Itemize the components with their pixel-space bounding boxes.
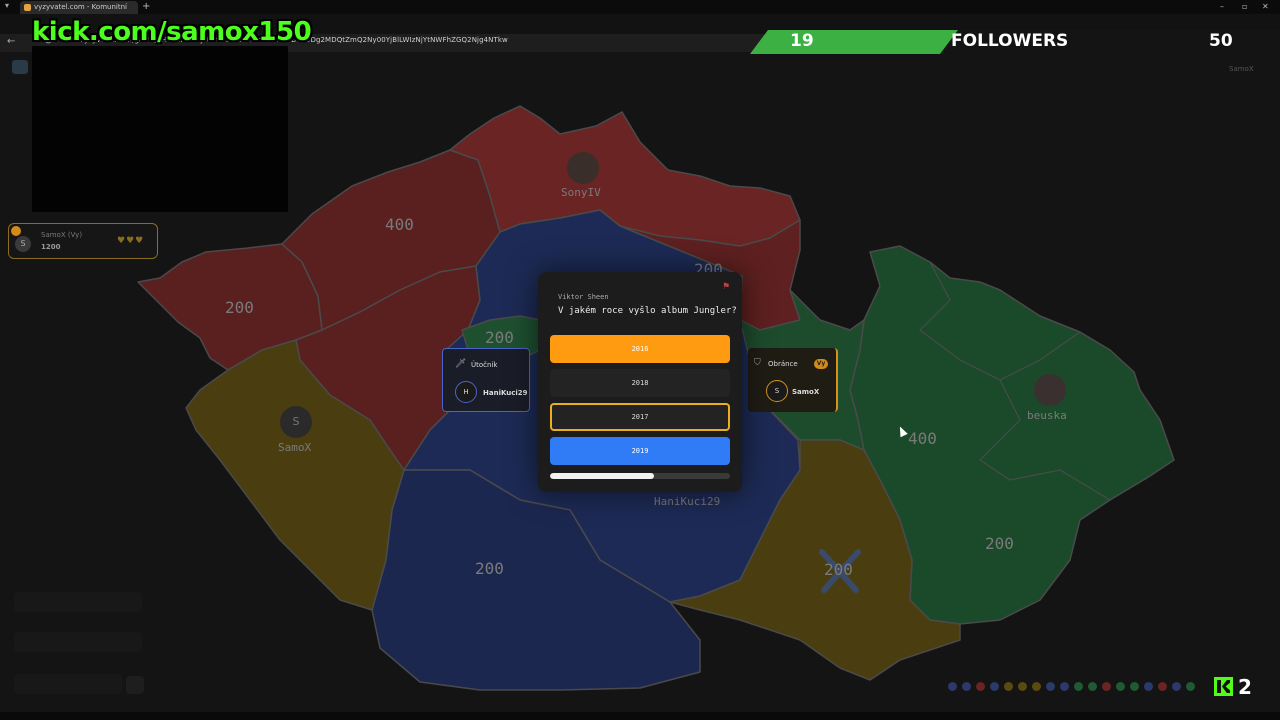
question-text: V jakém roce vyšlo album Jungler? — [558, 306, 737, 316]
player-dot — [1186, 682, 1195, 691]
player-dot — [1144, 682, 1153, 691]
kick-channel-overlay: kick.com/samox150 — [32, 17, 312, 47]
viewer-count: 2 — [1238, 675, 1252, 699]
answer-timer-bar — [550, 473, 730, 479]
player-dot — [1074, 682, 1083, 691]
you-badge: Vy — [814, 359, 828, 369]
report-flag-icon[interactable]: ⚑ — [722, 282, 730, 292]
timer-fill — [550, 473, 655, 479]
status-badge — [11, 226, 21, 236]
player-dot — [948, 682, 957, 691]
chat-panel — [14, 632, 142, 652]
answer-button[interactable]: 2017 — [550, 403, 730, 431]
region-value: 200 — [225, 298, 254, 317]
chat-panel — [14, 592, 142, 612]
player-name-on-map: SamoX — [278, 441, 312, 454]
player-score: 1200 — [41, 243, 61, 251]
followers-count: 19 — [790, 31, 814, 51]
lives-hearts-icon: ♥♥♥ — [117, 236, 145, 246]
question-author: Viktor Sheen — [558, 293, 609, 301]
player-card-samox: S SamoX (Vy) 1200 ♥♥♥ — [8, 223, 158, 259]
sword-icon: 🗡 — [455, 359, 467, 369]
region-value: 400 — [908, 429, 937, 448]
followers-progress — [750, 30, 958, 54]
avatar: S — [15, 236, 31, 252]
player-dot — [1046, 682, 1055, 691]
answer-button[interactable]: 2018 — [550, 369, 730, 397]
region-value: 400 — [385, 215, 414, 234]
shield-icon: ⛉ — [754, 358, 761, 368]
followers-label: FOLLOWERS — [951, 31, 1069, 51]
defender-name: SamoX — [792, 388, 820, 396]
player-dot — [990, 682, 999, 691]
player-name-on-map: SonyIV — [561, 186, 601, 199]
player-dot — [1172, 682, 1181, 691]
player-dot — [1032, 682, 1041, 691]
player-dot — [1102, 682, 1111, 691]
chat-input[interactable] — [14, 674, 122, 694]
attacker-panel: 🗡 Útočník H HaniKuci29 — [442, 348, 530, 412]
answer-button[interactable]: 2019 — [550, 437, 730, 465]
region-value: 200 — [475, 559, 504, 578]
region-north[interactable] — [449, 105, 801, 247]
player-dot — [1004, 682, 1013, 691]
kick-logo-icon — [1214, 677, 1233, 696]
region-value: 200 — [824, 560, 853, 579]
answer-button[interactable]: 2016 — [550, 335, 730, 363]
avatar — [567, 152, 599, 184]
role-label: Obránce — [768, 360, 798, 368]
player-dot — [1088, 682, 1097, 691]
player-dot — [1060, 682, 1069, 691]
player-name-on-map: HaniKuci29 — [654, 495, 721, 508]
player-dot — [1018, 682, 1027, 691]
question-modal: Viktor Sheen ⚑ V jakém roce vyšlo album … — [538, 272, 742, 492]
player-dot — [962, 682, 971, 691]
region-value: 200 — [485, 328, 514, 347]
player-name: SamoX (Vy) — [41, 231, 83, 239]
region-value: 200 — [985, 534, 1014, 553]
player-dot — [1130, 682, 1139, 691]
bottom-strip — [0, 712, 1280, 720]
send-button[interactable] — [126, 676, 144, 694]
player-dot — [976, 682, 985, 691]
followers-goal: 50 — [1209, 31, 1233, 51]
avatar: S — [766, 380, 788, 402]
player-dot — [1158, 682, 1167, 691]
avatar: S — [280, 406, 312, 438]
attacker-name: HaniKuci29 — [483, 389, 528, 397]
webcam-overlay — [32, 46, 288, 212]
player-dot — [1116, 682, 1125, 691]
avatar — [1034, 374, 1066, 406]
avatar: H — [455, 381, 477, 403]
role-label: Útočník — [471, 361, 498, 369]
player-name-on-map: beuska — [1027, 409, 1067, 422]
defender-panel: ⛉ Obránce Vy S SamoX — [748, 348, 838, 412]
